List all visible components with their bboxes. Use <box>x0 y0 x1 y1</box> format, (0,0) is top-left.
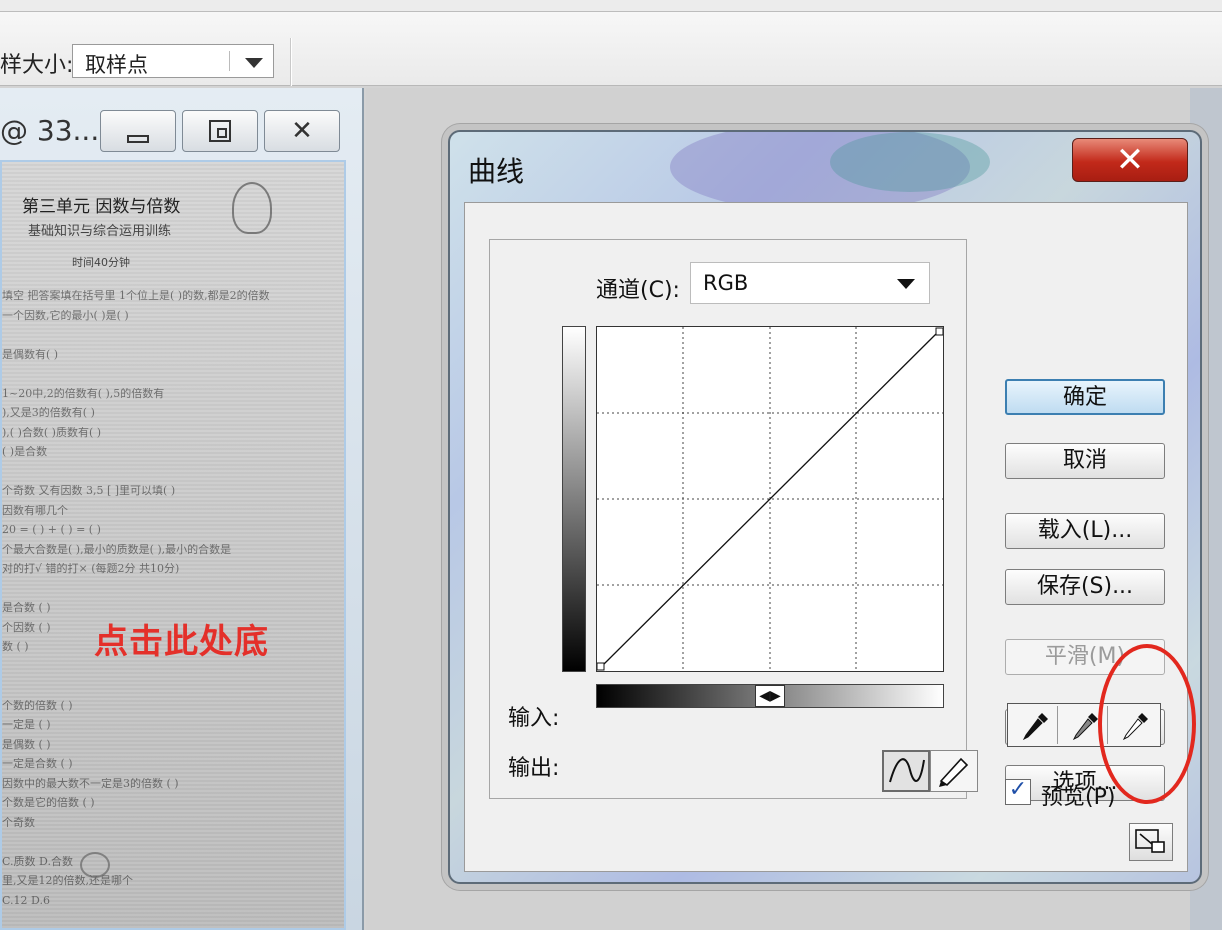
page-text-line: C.质数 D.合数 <box>2 855 73 868</box>
curve-graph-svg <box>597 327 943 671</box>
gradient-toggle-icon[interactable]: ◀▶ <box>755 685 785 707</box>
red-highlight-circle <box>1098 644 1196 804</box>
page-text-line: 个奇数 <box>2 816 35 829</box>
page-text-line: 对的打√ 错的打× (每题2分 共10分) <box>2 563 180 575</box>
output-label: 输出: <box>508 756 560 781</box>
curve-point-black[interactable] <box>597 662 605 671</box>
close-icon: ✕ <box>291 116 313 146</box>
document-window: @ 33.... ✕ 第三单元 因数与倍数 基础知识与综合运用训练 时间40分钟… <box>0 88 364 930</box>
sample-size-value: 取样点 <box>85 53 148 77</box>
page-text-line <box>2 680 342 692</box>
save-button[interactable]: 保存(S)... <box>1005 569 1165 605</box>
page-text-line: ),又是3的倍数有( ) <box>2 407 95 419</box>
load-button[interactable]: 载入(L)... <box>1005 513 1165 549</box>
select-separator <box>229 51 230 71</box>
page-text-line <box>2 836 342 848</box>
page-text-line: ),( )合数( )质数有( ) <box>2 426 102 439</box>
document-title: @ 33.... <box>0 114 109 147</box>
page-subheading: 基础知识与综合运用训练 <box>28 224 172 239</box>
sample-size-select[interactable]: 取样点 <box>72 44 274 78</box>
channel-label: 通道(C): <box>590 272 686 304</box>
curves-dialog: 曲线 ✕ 通道(C): RGB ◀▶ 输入: 输出: 确定 取消 载入(L)..… <box>448 130 1202 884</box>
page-text-line: 一定是合数 ( ) <box>2 758 73 770</box>
maximize-button[interactable] <box>182 110 258 152</box>
cancel-button[interactable]: 取消 <box>1005 443 1165 479</box>
options-bar: 样大小: 取样点 <box>0 12 1222 86</box>
black-eyedropper-icon <box>1022 713 1048 741</box>
menu-bar[interactable] <box>0 0 1222 12</box>
cartoon-illustration <box>232 182 272 234</box>
page-text-line: 因数中的最大数不一定是3的倍数 ( ) <box>2 777 179 790</box>
page-text-line <box>2 329 342 341</box>
page-text-line <box>2 583 342 595</box>
maximize-icon <box>209 120 231 142</box>
dialog-client-area: 通道(C): RGB ◀▶ 输入: 输出: 确定 取消 载入(L)... 保存(… <box>464 202 1188 872</box>
input-gradient-bar: ◀▶ <box>596 684 944 708</box>
curve-point-white[interactable] <box>935 327 943 336</box>
page-text-line: 是偶数 ( ) <box>2 738 51 751</box>
dialog-title: 曲线 <box>468 155 525 188</box>
ok-button[interactable]: 确定 <box>1005 379 1165 415</box>
page-text-line: 个奇数 又有因数 3,5 [ ]里可以填( ) <box>2 485 176 497</box>
curves-groupbox: 通道(C): RGB ◀▶ 输入: 输出: <box>489 239 978 799</box>
page-text-line: 20 = ( ) + ( ) = ( ) <box>2 524 101 536</box>
minimize-icon <box>127 135 149 143</box>
pencil-tool-button[interactable] <box>930 750 978 792</box>
page-text-line: 个最大合数是( ),最小的质数是( ),最小的合数是 <box>2 543 232 556</box>
channel-select[interactable]: RGB <box>690 262 930 304</box>
page-text-line: 是合数 ( ) <box>2 602 51 614</box>
curve-tool-group <box>882 750 978 792</box>
page-text-line: 因数有哪几个 <box>2 504 68 517</box>
chevron-down-icon <box>897 279 915 289</box>
preview-checkbox[interactable]: ✓ <box>1005 777 1031 805</box>
minimize-button[interactable] <box>100 110 176 152</box>
expand-view-button[interactable] <box>1129 823 1173 861</box>
page-text-line <box>2 368 342 380</box>
output-gradient-bar <box>562 326 586 672</box>
curve-tool-button[interactable] <box>882 750 930 792</box>
page-heading: 第三单元 因数与倍数 <box>22 197 181 217</box>
dialog-close-button[interactable]: ✕ <box>1072 138 1188 182</box>
channel-value: RGB <box>703 271 749 295</box>
page-text-line: 填空 把答案填在括号里 1个位上是( )的数,都是2的倍数 <box>2 290 270 302</box>
black-point-dropper-button[interactable] <box>1010 706 1058 744</box>
curve-wave-icon <box>889 758 925 783</box>
gray-eyedropper-icon <box>1072 713 1098 741</box>
preview-label: 预览(P) <box>1041 785 1116 810</box>
page-text-line: 个数的倍数 ( ) <box>2 699 73 712</box>
sample-size-label: 样大小: <box>0 53 74 78</box>
pencil-icon <box>939 757 969 787</box>
page-text-line: 一定是 ( ) <box>2 719 51 731</box>
curve-graph[interactable] <box>596 326 944 672</box>
document-canvas[interactable]: 第三单元 因数与倍数 基础知识与综合运用训练 时间40分钟 填空 把答案填在括号… <box>0 160 346 930</box>
page-text-line <box>2 466 342 478</box>
close-document-button[interactable]: ✕ <box>264 110 340 152</box>
page-footer-illustration <box>80 852 110 878</box>
checkmark-icon: ✓ <box>1008 777 1028 802</box>
close-icon: ✕ <box>1115 140 1145 180</box>
input-label: 输入: <box>508 706 560 731</box>
aero-glass-decoration <box>830 132 990 192</box>
page-meta: 时间40分钟 <box>72 256 130 269</box>
page-text-line: ( )是合数 <box>2 446 48 458</box>
page-text-line: 一个因数,它的最小( )是( ) <box>2 309 129 322</box>
page-text-line: 个数是它的倍数 ( ) <box>2 797 95 809</box>
toolbar-divider <box>290 38 292 86</box>
page-text-line: 是偶数有( ) <box>2 348 59 361</box>
red-annotation-text: 点击此处底 <box>94 622 269 662</box>
chevron-down-icon <box>245 58 263 68</box>
expand-view-icon <box>1135 829 1165 853</box>
page-text-line: 1~20中,2的倍数有( ),5的倍数有 <box>2 387 165 400</box>
page-text-line: C.12 D.6 <box>2 894 50 907</box>
page-text-line: 里,又是12的倍数,还是哪个 <box>2 875 133 887</box>
